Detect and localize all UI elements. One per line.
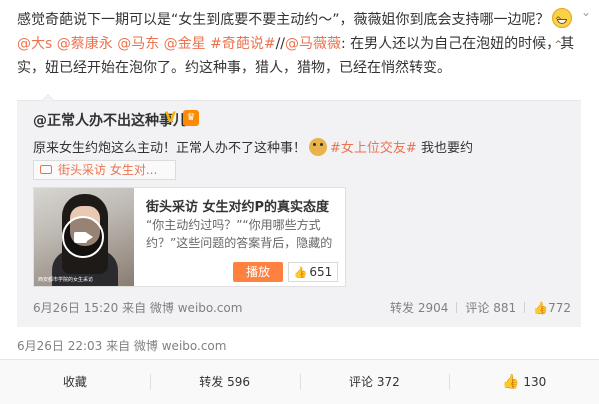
thumbs-up-icon: 👍 xyxy=(293,266,308,279)
video-title[interactable]: 街头采访 女生对约P的真实态度 xyxy=(146,196,329,215)
video-like-count: 651 xyxy=(309,265,333,279)
topic-nvshangwei[interactable]: #女上位交友# xyxy=(330,141,417,156)
divider xyxy=(524,302,526,313)
doge-emoji-icon xyxy=(309,138,328,156)
mention-jin-xing[interactable]: @金星 xyxy=(164,36,206,52)
video-thumbnail[interactable]: 西安都市学院的女生采访 xyxy=(34,188,134,286)
member-badge-icon[interactable]: ♛ xyxy=(183,110,199,126)
mention-cai-kangyong[interactable]: @蔡康永 xyxy=(57,36,113,52)
thumbnail-caption: 西安都市学院的女生采访 xyxy=(38,277,94,283)
v-verified-icon: V xyxy=(165,110,176,126)
video-description: “你主动约过吗？”“你用哪些方式约？”这些问题的答案背后，隐藏的是 xyxy=(146,218,333,250)
comment-button[interactable]: 评论 372 xyxy=(299,360,450,404)
original-like-count[interactable]: 772 xyxy=(548,301,571,315)
original-text: 原来女生约炮这么主动！正常人办不了这种事！ #女上位交友# 我也要约 xyxy=(33,137,473,156)
like-count: 130 xyxy=(523,375,547,389)
video-icon xyxy=(40,165,52,174)
video-chip-label: 街头采访 女生对... xyxy=(58,163,158,177)
video-like-button[interactable]: 👍 651 xyxy=(288,262,338,282)
original-actions: 转发 2904 评论 881 👍772 xyxy=(390,299,571,316)
grin-emoji-icon xyxy=(551,8,572,57)
like-button[interactable]: 👍 130 xyxy=(449,360,599,404)
mention-da-s[interactable]: @大s xyxy=(17,36,52,52)
original-text-after: 我也要约 xyxy=(416,141,473,156)
repost-separator: // xyxy=(275,36,286,52)
post-text: 感觉奇葩说下一期可以是“女生到底要不要主动约～”，薇薇姐你到底会支持哪一边呢？ … xyxy=(17,8,581,80)
original-repost-link[interactable]: 转发 2904 xyxy=(390,301,448,315)
action-bar: 收藏 转发 596 评论 372 👍 130 xyxy=(0,359,599,404)
post-timestamp[interactable]: 6月26日 22:03 来自 微博 weibo.com xyxy=(17,337,226,354)
mention-ma-weiwei[interactable]: @马薇薇 xyxy=(285,36,341,52)
play-button[interactable]: 播放 xyxy=(233,262,283,282)
chevron-down-icon[interactable]: ⌄ xyxy=(581,6,593,18)
original-timestamp[interactable]: 6月26日 15:20 来自 微博 weibo.com xyxy=(33,299,242,316)
video-card[interactable]: 西安都市学院的女生采访 街头采访 女生对约P的真实态度 “你主动约过吗？”“你用… xyxy=(33,187,346,287)
play-video-icon[interactable] xyxy=(62,216,104,258)
original-post-box: @正常人办不出这种事儿 V ♛ 原来女生约炮这么主动！正常人办不了这种事！ #女上… xyxy=(17,94,581,327)
repost-button[interactable]: 转发 596 xyxy=(149,360,300,404)
original-comment-link[interactable]: 评论 881 xyxy=(465,301,516,315)
mention-ma-dong[interactable]: @马东 xyxy=(117,36,159,52)
divider xyxy=(456,302,458,313)
original-body: 原来女生约炮这么主动！正常人办不了这种事！ xyxy=(33,141,307,156)
favorite-button[interactable]: 收藏 xyxy=(0,360,150,404)
post-body-text: 感觉奇葩说下一期可以是“女生到底要不要主动约～”，薇薇姐你到底会支持哪一边呢？ xyxy=(17,12,550,28)
original-author[interactable]: @正常人办不出这种事儿 xyxy=(33,110,187,130)
thumbs-up-icon: 👍 xyxy=(501,374,520,390)
video-link-chip[interactable]: 街头采访 女生对... xyxy=(33,160,176,180)
thumbs-up-icon[interactable]: 👍 xyxy=(533,301,548,315)
topic-qipashuo[interactable]: #奇葩说# xyxy=(210,36,275,52)
